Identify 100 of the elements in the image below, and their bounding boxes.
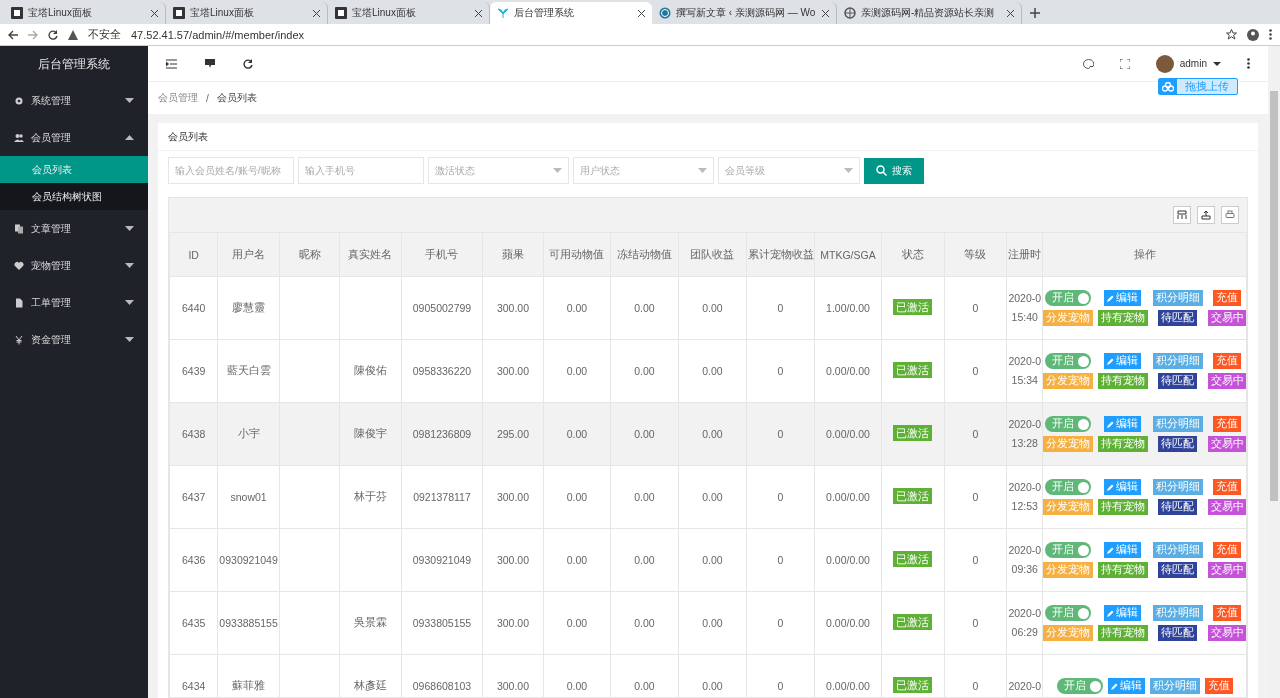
- action-button[interactable]: 编辑: [1107, 678, 1145, 694]
- print-button[interactable]: [1221, 206, 1239, 224]
- reload-icon[interactable]: [48, 29, 58, 40]
- action-button[interactable]: 充值: [1213, 542, 1242, 558]
- action-button[interactable]: 积分明细: [1152, 290, 1203, 306]
- action-button[interactable]: 持有宠物: [1097, 310, 1148, 326]
- browser-tab[interactable]: 撰写新文章 ‹ 亲测源码网 — Wo: [652, 2, 837, 24]
- action-button[interactable]: 充值: [1213, 353, 1242, 369]
- more-icon[interactable]: [1269, 29, 1272, 40]
- toggle-switch[interactable]: 开启: [1056, 678, 1103, 694]
- submenu-item[interactable]: 会员结构树状图: [0, 183, 148, 210]
- action-button[interactable]: 编辑: [1104, 479, 1142, 495]
- action-button[interactable]: 编辑: [1104, 416, 1142, 432]
- browser-tab[interactable]: 亲测源码网-精品资源站长亲测: [837, 2, 1022, 24]
- search-button[interactable]: 搜索: [864, 157, 924, 184]
- toggle-switch[interactable]: 开启: [1044, 542, 1091, 558]
- toggle-switch[interactable]: 开启: [1044, 353, 1091, 369]
- address-field[interactable]: 47.52.41.57/admin/#/member/index: [131, 28, 1216, 41]
- browser-tab[interactable]: 宝塔Linux面板: [166, 2, 328, 24]
- action-button[interactable]: 充值: [1213, 479, 1242, 495]
- action-button[interactable]: 分发宠物: [1043, 436, 1093, 452]
- action-button[interactable]: 充值: [1213, 416, 1242, 432]
- action-button[interactable]: 积分明细: [1152, 479, 1203, 495]
- submenu-item[interactable]: 会员列表: [0, 156, 148, 183]
- action-button[interactable]: 积分明细: [1152, 416, 1203, 432]
- action-button[interactable]: 交易中: [1207, 373, 1246, 389]
- action-button[interactable]: 交易中: [1207, 436, 1246, 452]
- star-icon[interactable]: [1226, 29, 1237, 40]
- search-field[interactable]: 输入会员姓名/账号/昵称: [168, 157, 294, 184]
- refresh-icon[interactable]: [243, 58, 253, 69]
- select-field[interactable]: 激活状态: [428, 157, 569, 184]
- message-icon[interactable]: [205, 59, 215, 68]
- toggle-switch[interactable]: 开启: [1044, 290, 1091, 306]
- action-button[interactable]: 待匹配: [1158, 499, 1198, 515]
- action-button[interactable]: 待匹配: [1158, 625, 1198, 641]
- more-icon[interactable]: [1247, 58, 1250, 69]
- browser-tab[interactable]: 后台管理系统: [490, 2, 652, 24]
- table-cell: 廖慧靈: [232, 301, 266, 315]
- close-icon[interactable]: [822, 9, 829, 17]
- action-button[interactable]: 积分明细: [1149, 678, 1200, 694]
- toggle-switch[interactable]: 开启: [1044, 605, 1091, 621]
- action-button[interactable]: 编辑: [1104, 290, 1142, 306]
- menu-item[interactable]: 会员管理: [0, 119, 148, 156]
- action-button[interactable]: 编辑: [1104, 353, 1142, 369]
- close-icon[interactable]: [1007, 9, 1014, 17]
- action-button[interactable]: 交易中: [1207, 499, 1246, 515]
- toggle-switch[interactable]: 开启: [1044, 416, 1091, 432]
- search-field[interactable]: 输入手机号: [298, 157, 424, 184]
- close-icon[interactable]: [475, 9, 482, 17]
- breadcrumb-link[interactable]: 会员管理: [158, 91, 198, 105]
- menu-item[interactable]: 工单管理: [0, 284, 148, 321]
- action-button[interactable]: 分发宠物: [1043, 310, 1093, 326]
- action-button[interactable]: 持有宠物: [1097, 373, 1148, 389]
- action-button[interactable]: 积分明细: [1152, 542, 1203, 558]
- select-field[interactable]: 用户状态: [573, 157, 714, 184]
- action-button[interactable]: 交易中: [1207, 625, 1246, 641]
- back-icon[interactable]: [8, 29, 18, 40]
- action-button[interactable]: 交易中: [1207, 310, 1246, 326]
- action-button[interactable]: 待匹配: [1158, 373, 1198, 389]
- action-button[interactable]: 分发宠物: [1043, 499, 1093, 515]
- action-button[interactable]: 积分明细: [1152, 353, 1203, 369]
- scrollbar[interactable]: [1268, 46, 1280, 698]
- action-button[interactable]: 分发宠物: [1043, 625, 1093, 641]
- collapse-menu-icon[interactable]: [166, 58, 177, 69]
- action-button[interactable]: 充值: [1213, 290, 1242, 306]
- new-tab-icon[interactable]: [1030, 8, 1040, 18]
- menu-item[interactable]: 文章管理: [0, 210, 148, 247]
- action-button[interactable]: 分发宠物: [1043, 562, 1093, 578]
- action-button[interactable]: 待匹配: [1158, 562, 1198, 578]
- upload-widget[interactable]: 拖拽上传: [1158, 78, 1238, 95]
- user-name[interactable]: admin: [1179, 58, 1207, 69]
- action-button[interactable]: 积分明细: [1152, 605, 1203, 621]
- action-button[interactable]: 持有宠物: [1097, 562, 1148, 578]
- action-button[interactable]: 持有宠物: [1097, 499, 1148, 515]
- close-icon[interactable]: [151, 9, 158, 17]
- menu-item[interactable]: 系统管理: [0, 82, 148, 119]
- export-button[interactable]: [1197, 206, 1215, 224]
- columns-button[interactable]: [1173, 206, 1191, 224]
- avatar[interactable]: [1155, 54, 1174, 73]
- action-button[interactable]: 待匹配: [1158, 436, 1198, 452]
- action-button[interactable]: 分发宠物: [1043, 373, 1093, 389]
- toggle-switch[interactable]: 开启: [1044, 479, 1091, 495]
- menu-item[interactable]: 宠物管理: [0, 247, 148, 284]
- action-button[interactable]: 编辑: [1104, 542, 1142, 558]
- fullscreen-icon[interactable]: [1119, 58, 1130, 69]
- breadcrumb-link[interactable]: 会员列表: [216, 91, 257, 105]
- menu-item[interactable]: 资金管理: [0, 321, 148, 358]
- close-icon[interactable]: [313, 9, 320, 17]
- browser-tab[interactable]: 宝塔Linux面板: [328, 2, 490, 24]
- account-icon[interactable]: [1247, 28, 1259, 41]
- action-button[interactable]: 编辑: [1104, 605, 1142, 621]
- action-button[interactable]: 充值: [1204, 678, 1233, 694]
- action-button[interactable]: 持有宠物: [1097, 625, 1148, 641]
- action-button[interactable]: 持有宠物: [1097, 436, 1148, 452]
- browser-tab[interactable]: 宝塔Linux面板: [4, 2, 166, 24]
- action-button[interactable]: 交易中: [1207, 562, 1246, 578]
- action-button[interactable]: 充值: [1213, 605, 1242, 621]
- action-button[interactable]: 待匹配: [1158, 310, 1198, 326]
- select-field[interactable]: 会员等级: [718, 157, 860, 184]
- close-icon[interactable]: [638, 9, 645, 17]
